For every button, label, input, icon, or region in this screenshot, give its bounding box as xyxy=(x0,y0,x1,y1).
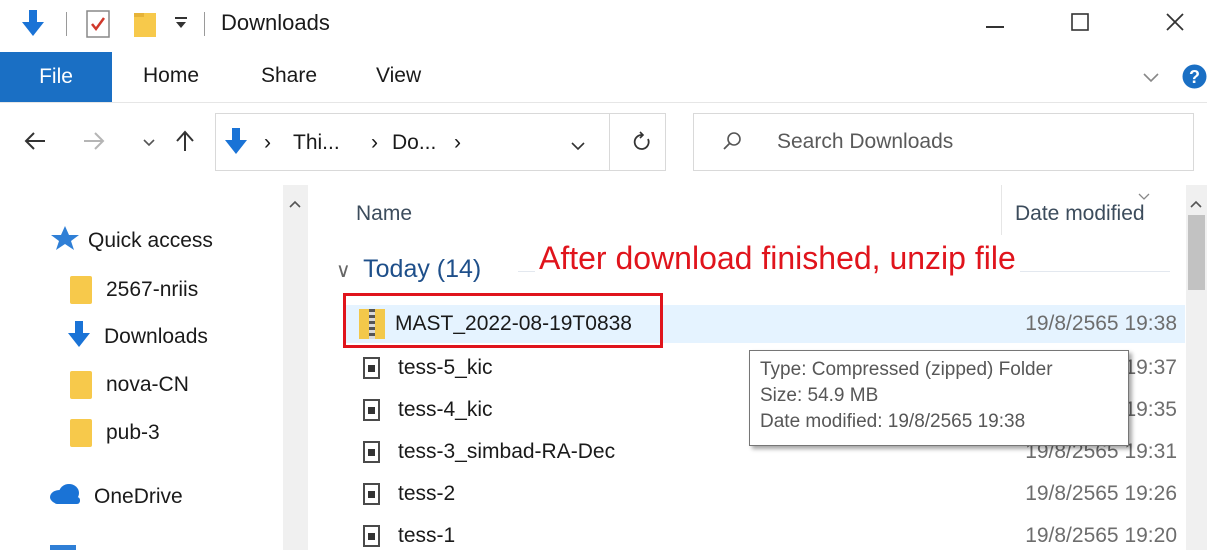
folder-icon xyxy=(70,276,92,304)
title-bar: Downloads xyxy=(0,0,1207,50)
file-name: tess-1 xyxy=(398,524,456,547)
maximize-icon xyxy=(1071,12,1089,36)
file-date: 19:35 xyxy=(1124,398,1177,421)
new-folder-icon[interactable] xyxy=(133,10,159,43)
file-name: tess-2 xyxy=(398,482,456,505)
properties-icon[interactable] xyxy=(86,10,110,43)
annotation-text: After download finished, unzip file xyxy=(535,240,1020,277)
scroll-up-icon[interactable] xyxy=(1190,195,1202,213)
star-icon xyxy=(50,225,80,257)
tab-view[interactable]: View xyxy=(376,64,421,88)
document-icon xyxy=(363,357,380,379)
group-header[interactable]: ∨ Today (14) xyxy=(336,255,481,284)
minimize-icon xyxy=(986,15,1004,33)
minimize-button[interactable] xyxy=(965,4,1025,44)
refresh-icon[interactable] xyxy=(632,131,652,158)
downloads-icon xyxy=(223,126,249,161)
file-date: 19/8/2565 19:20 xyxy=(1025,524,1177,547)
nav-item-downloads[interactable]: Downloads xyxy=(66,317,208,357)
nav-scrollbar[interactable] xyxy=(283,185,308,550)
file-row[interactable]: tess-2 19/8/2565 19:26 xyxy=(345,475,1185,513)
pc-icon xyxy=(50,545,76,550)
file-date: 19/8/2565 19:26 xyxy=(1025,482,1177,505)
cloud-icon xyxy=(48,483,82,511)
address-bar[interactable]: › Thi... › Do... › xyxy=(215,113,666,171)
forward-button[interactable] xyxy=(77,122,111,164)
navigation-pane: Quick access 2567-nriis Downloads nova-C… xyxy=(0,185,308,550)
tooltip-modified: Date modified: 19/8/2565 19:38 xyxy=(760,411,1026,432)
tab-file[interactable]: File xyxy=(0,52,112,102)
chevron-right-icon[interactable]: › xyxy=(371,131,378,155)
up-button[interactable] xyxy=(168,122,202,164)
breadcrumb-downloads[interactable]: Do... xyxy=(392,131,436,155)
scrollbar-thumb[interactable] xyxy=(1188,215,1205,290)
expand-ribbon-icon[interactable] xyxy=(1143,70,1159,88)
close-button[interactable] xyxy=(1145,4,1205,44)
maximize-button[interactable] xyxy=(1050,4,1110,44)
back-arrow-icon xyxy=(24,131,46,155)
help-icon[interactable]: ? xyxy=(1182,64,1207,94)
nav-item-2567-nriis[interactable]: 2567-nriis xyxy=(70,270,198,310)
file-tooltip: Type: Compressed (zipped) Folder Size: 5… xyxy=(749,350,1129,446)
chevron-right-icon[interactable]: › xyxy=(454,131,461,155)
down-arrow-icon xyxy=(66,319,92,355)
chevron-right-icon[interactable]: › xyxy=(264,131,271,155)
document-icon xyxy=(363,483,380,505)
highlight-box xyxy=(343,293,663,348)
tab-share[interactable]: Share xyxy=(261,64,317,88)
file-name: tess-3_simbad-RA-Dec xyxy=(398,440,616,463)
chevron-down-icon xyxy=(143,134,155,152)
file-date: 19/8/2565 19:38 xyxy=(1025,312,1177,335)
document-icon xyxy=(363,441,380,463)
recent-locations-button[interactable] xyxy=(132,122,166,164)
close-icon xyxy=(1165,12,1185,37)
column-header-date[interactable]: Date modified xyxy=(1015,202,1145,226)
customize-toolbar-icon[interactable] xyxy=(174,14,188,35)
up-arrow-icon xyxy=(176,129,194,157)
nav-quick-access[interactable]: Quick access xyxy=(50,221,213,261)
nav-item-nova-cn[interactable]: nova-CN xyxy=(70,365,189,405)
nav-item-pub-3[interactable]: pub-3 xyxy=(70,413,160,453)
nav-onedrive[interactable]: OneDrive xyxy=(48,477,183,517)
breadcrumb-this-pc[interactable]: Thi... xyxy=(293,131,340,155)
down-arrow-icon[interactable] xyxy=(20,8,46,43)
chevron-down-icon: ∨ xyxy=(336,260,351,282)
tooltip-size: Size: 54.9 MB xyxy=(760,385,879,406)
back-button[interactable] xyxy=(18,122,52,164)
folder-icon xyxy=(70,419,92,447)
ribbon: File Home Share View ? xyxy=(0,52,1207,103)
search-placeholder: Search Downloads xyxy=(777,130,954,153)
file-name: tess-4_kic xyxy=(398,398,493,421)
scroll-up-icon[interactable] xyxy=(289,195,301,213)
file-name: tess-5_kic xyxy=(398,356,493,379)
column-header-name[interactable]: Name xyxy=(356,202,412,226)
forward-arrow-icon xyxy=(83,131,105,155)
tab-home[interactable]: Home xyxy=(143,64,199,88)
search-field[interactable]: Search Downloads xyxy=(693,113,1194,171)
file-date: 19:37 xyxy=(1124,356,1177,379)
svg-text:?: ? xyxy=(1189,67,1200,87)
document-icon xyxy=(363,525,380,547)
sort-chevron-icon xyxy=(1138,187,1150,205)
folder-icon xyxy=(70,371,92,399)
file-row[interactable]: tess-1 19/8/2565 19:20 xyxy=(345,517,1185,555)
address-dropdown-icon[interactable] xyxy=(571,138,585,156)
document-icon xyxy=(363,399,380,421)
window-title: Downloads xyxy=(221,10,330,35)
search-icon xyxy=(722,131,742,156)
tooltip-type: Type: Compressed (zipped) Folder xyxy=(760,359,1053,380)
